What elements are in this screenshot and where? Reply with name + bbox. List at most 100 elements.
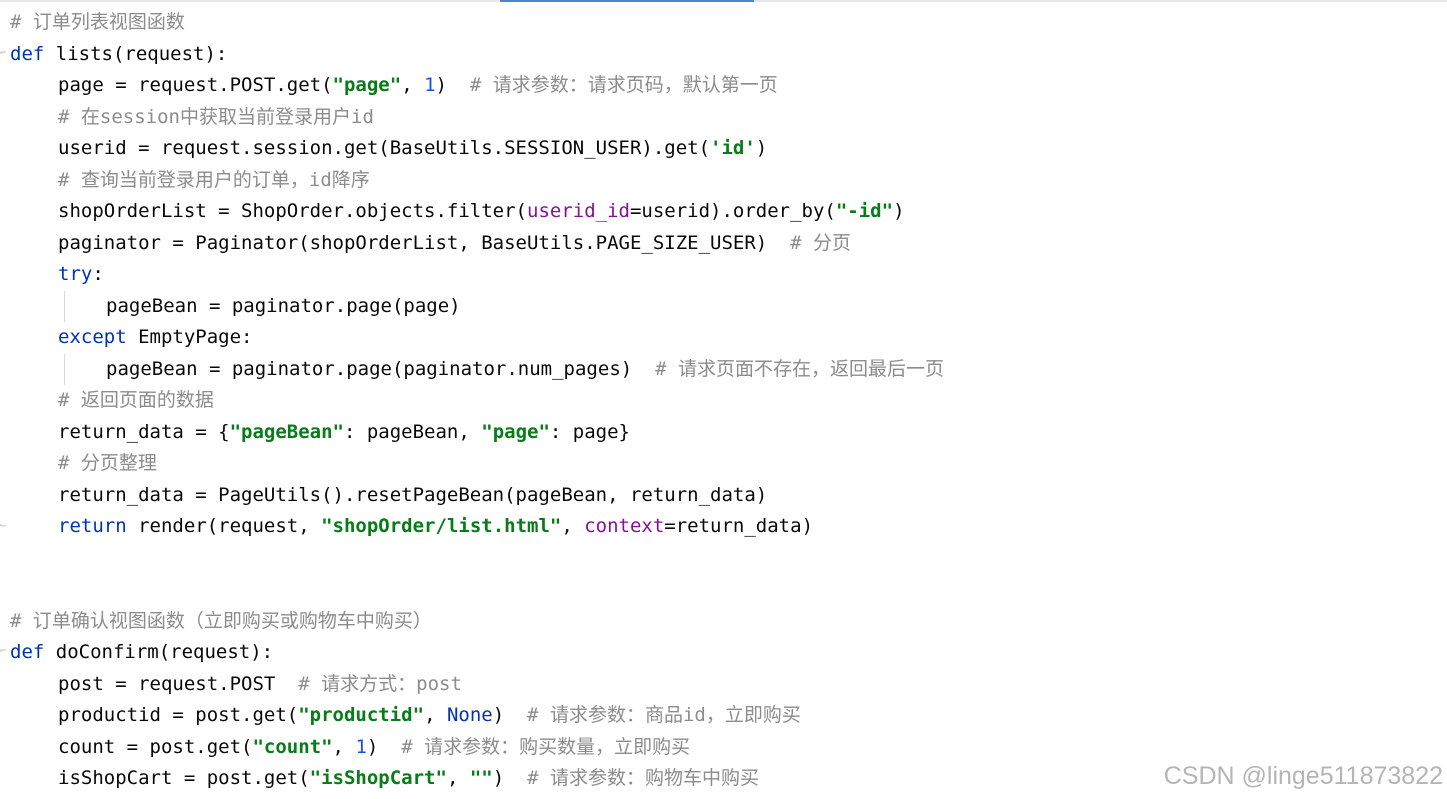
indent-guide — [64, 290, 65, 322]
code-line[interactable]: # 订单列表视图函数 — [0, 7, 1447, 39]
code-token: # — [790, 231, 813, 254]
code-line[interactable]: userid = request.session.get(BaseUtils.S… — [0, 133, 1447, 165]
code-line[interactable]: ⌐ def lists(request): — [0, 39, 1447, 71]
code-token: # — [10, 11, 33, 33]
code-token: 请求参数：商品 — [549, 704, 683, 726]
code-token: return — [58, 515, 127, 537]
code-token: 1 — [424, 74, 436, 96]
code-text: productid = post.get("productid", None) … — [58, 700, 801, 732]
code-text: userid = request.session.get(BaseUtils.S… — [58, 133, 767, 165]
code-token: : — [92, 263, 104, 285]
code-line[interactable]: return_data = PageUtils().resetPageBean(… — [0, 480, 1447, 512]
code-token: : page} — [549, 420, 630, 443]
code-line[interactable]: ⌐ def doConfirm(request): — [0, 637, 1447, 669]
code-token: None — [446, 704, 493, 726]
code-token: count = post.get( — [58, 735, 253, 758]
code-token: 中获取当前登录用户 — [179, 105, 351, 128]
code-token: def — [10, 42, 45, 65]
code-token: ，立即购买 — [705, 704, 801, 726]
code-token: 返回页面的数据 — [80, 389, 214, 411]
code-text: shopOrderList = ShopOrder.objects.filter… — [58, 196, 905, 228]
fold-open-icon[interactable]: ⌐ — [0, 48, 6, 60]
code-text: isShopCart = post.get("isShopCart", "") … — [58, 763, 759, 795]
code-token: 分页 — [812, 231, 851, 254]
code-token: 分页整理 — [80, 452, 157, 474]
code-token: doConfirm(request): — [44, 641, 274, 663]
code-line[interactable]: count = post.get("count", 1) # 请求参数：购买数量… — [0, 732, 1447, 764]
code-token: 请求页面不存在，返回最后一页 — [677, 357, 944, 380]
code-token: ) — [366, 735, 402, 758]
code-token: session — [99, 105, 180, 128]
code-token: return_data = { — [58, 420, 230, 443]
code-text: # 订单列表视图函数 — [10, 7, 185, 39]
code-token: # — [298, 672, 322, 695]
code-token: 'id' — [710, 137, 756, 159]
code-token: 请求方式： — [321, 672, 417, 695]
code-text: # 返回页面的数据 — [58, 385, 214, 417]
code-line[interactable]: # 在session中获取当前登录用户id — [0, 102, 1447, 134]
code-token: 订单确认视图函数（立即购买或购物车中购买） — [32, 609, 432, 632]
code-token: id — [308, 168, 332, 191]
code-token: ) — [435, 74, 470, 96]
active-tab-indicator — [500, 0, 754, 2]
code-token: # — [58, 105, 81, 128]
code-line[interactable]: pageBean = paginator.page(paginator.num_… — [0, 353, 1447, 385]
code-line[interactable]: paginator = Paginator(shopOrderList, Bas… — [0, 228, 1447, 260]
code-token: 在 — [80, 105, 100, 128]
code-line[interactable]: # 返回页面的数据 — [0, 385, 1447, 417]
code-token: # — [58, 389, 81, 411]
code-token: pageBean = paginator.page(page) — [106, 294, 461, 317]
code-token: 请求参数：购买数量，立即购买 — [424, 735, 691, 758]
code-line[interactable]: ⌙ return render(request, "shopOrder/list.… — [0, 511, 1447, 543]
code-line[interactable]: post = request.POST # 请求方式：post — [0, 669, 1447, 701]
code-line[interactable] — [0, 574, 1447, 606]
code-line[interactable]: # 查询当前登录用户的订单，id降序 — [0, 165, 1447, 197]
code-line[interactable]: shopOrderList = ShopOrder.objects.filter… — [0, 196, 1447, 228]
code-token: post — [416, 672, 462, 695]
code-line[interactable]: pageBean = paginator.page(page) — [0, 290, 1447, 322]
code-text: except EmptyPage: — [58, 322, 252, 354]
code-text: def doConfirm(request): — [10, 637, 273, 669]
code-token: # — [527, 704, 550, 726]
code-token: : pageBean, — [343, 420, 482, 443]
code-line[interactable]: page = request.POST.get("page", 1) # 请求参… — [0, 70, 1447, 102]
code-token: # — [10, 609, 33, 632]
code-token: id — [682, 704, 706, 726]
code-text: count = post.get("count", 1) # 请求参数：购买数量… — [58, 732, 690, 764]
code-token: 请求参数：购物车中购买 — [549, 767, 759, 789]
code-token: 查询当前登录用户的订单， — [80, 168, 309, 191]
code-token: return_data = PageUtils().resetPageBean(… — [58, 483, 768, 506]
code-token: =return_data) — [664, 515, 814, 537]
code-line[interactable]: try: — [0, 259, 1447, 291]
code-token: post = request.POST — [58, 672, 299, 695]
code-token: 订单列表视图函数 — [32, 11, 185, 33]
code-token: 请求参数：请求页码，默认第一页 — [492, 74, 778, 96]
code-text: return render(request, "shopOrder/list.h… — [58, 511, 813, 543]
code-token: 1 — [355, 735, 367, 758]
code-token: "pageBean" — [229, 420, 344, 443]
code-line[interactable]: productid = post.get("productid", None) … — [0, 700, 1447, 732]
code-text: paginator = Paginator(shopOrderList, Bas… — [58, 228, 851, 260]
fold-close-icon[interactable]: ⌙ — [0, 520, 6, 532]
code-text: try: — [58, 259, 104, 291]
code-token: render(request, — [126, 515, 322, 537]
code-line[interactable]: # 分页整理 — [0, 448, 1447, 480]
code-token: , — [401, 74, 425, 96]
code-token: userid_id — [527, 200, 630, 222]
code-line[interactable]: return_data = {"pageBean": pageBean, "pa… — [0, 417, 1447, 449]
code-line[interactable]: # 订单确认视图函数（立即购买或购物车中购买） — [0, 606, 1447, 638]
code-token: except — [58, 326, 127, 348]
fold-open-icon[interactable]: ⌐ — [0, 646, 6, 658]
code-text: # 订单确认视图函数（立即购买或购物车中购买） — [10, 606, 432, 638]
code-line[interactable] — [0, 543, 1447, 575]
code-text: return_data = PageUtils().resetPageBean(… — [58, 480, 767, 512]
code-text: # 分页整理 — [58, 448, 157, 480]
code-line[interactable]: except EmptyPage: — [0, 322, 1447, 354]
code-token: shopOrderList = ShopOrder.objects.filter… — [58, 200, 527, 222]
code-token: "productid" — [298, 704, 425, 726]
code-token: ) — [492, 767, 528, 789]
code-token: # — [469, 74, 493, 96]
code-editor[interactable]: # 订单列表视图函数 ⌐ def lists(request): page = req… — [0, 7, 1447, 795]
code-text: # 查询当前登录用户的订单，id降序 — [58, 165, 370, 197]
code-token: "isShopCart" — [309, 767, 447, 789]
